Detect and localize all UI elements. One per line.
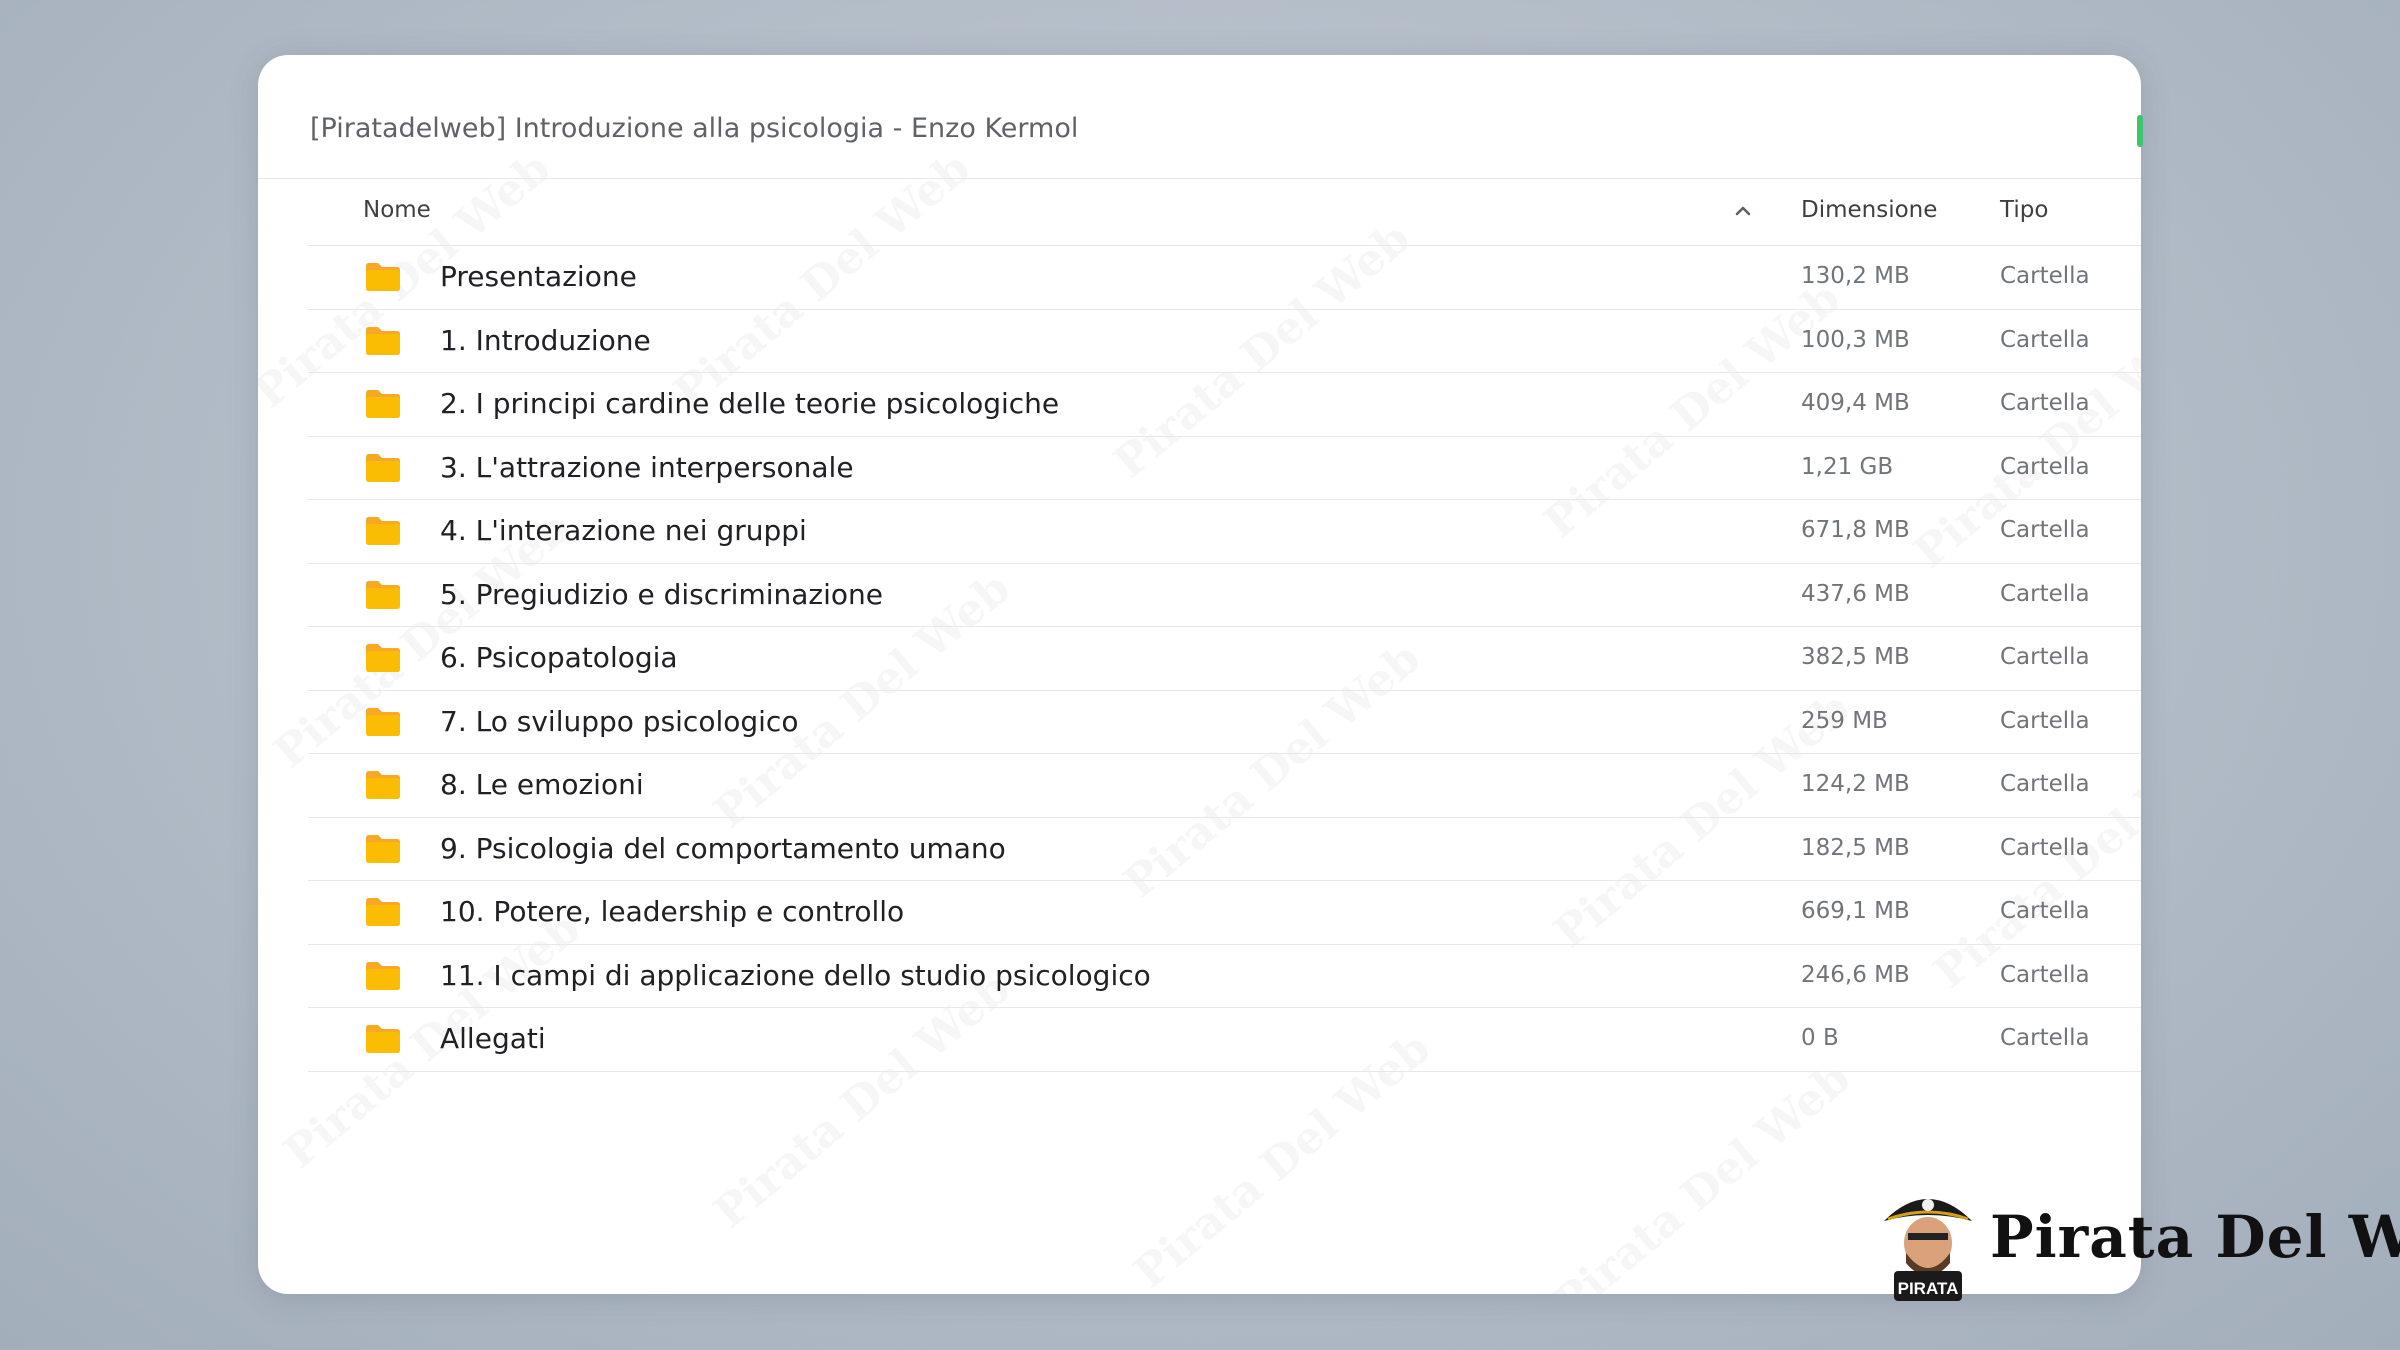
file-size: 437,6 MB	[1801, 580, 1910, 607]
file-type: Cartella	[2000, 517, 2090, 543]
file-type: Cartella	[2000, 834, 2090, 861]
file-size: 182,5 MB	[1801, 834, 1910, 861]
file-size: 246,6 MB	[1801, 961, 1910, 988]
folder-icon	[366, 390, 400, 418]
file-row[interactable]: 4. L'interazione nei gruppi 671,8 MB Carte…	[308, 500, 2141, 564]
file-row[interactable]: 11. I campi di applicazione dello studio…	[308, 945, 2141, 1008]
brand-logo: PIRATA Pirata Del Web	[1878, 1183, 2400, 1303]
watermark-text: Pirata Del Web	[1544, 1052, 1860, 1294]
file-name[interactable]: 8. Le emozioni	[440, 768, 644, 801]
file-row[interactable]: Allegati 0 B Cartella	[308, 1008, 2141, 1072]
pirate-mascot-icon: PIRATA	[1884, 1199, 1972, 1301]
column-header-type[interactable]: Tipo	[2000, 197, 2048, 223]
file-size: 130,2 MB	[1801, 263, 1910, 289]
folder-icon	[366, 961, 400, 990]
file-size: 0 B	[1801, 1025, 1839, 1051]
column-header-name[interactable]: Nome	[363, 197, 431, 223]
folder-icon	[366, 517, 400, 545]
folder-icon	[366, 580, 400, 609]
file-name[interactable]: 3. L'attrazione interpersonale	[440, 451, 854, 484]
window-title: [Piratadelweb] Introduzione alla psicolo…	[310, 113, 1079, 144]
file-size: 100,3 MB	[1801, 326, 1910, 353]
file-name[interactable]: 1. Introduzione	[440, 324, 651, 357]
chevron-up-icon[interactable]	[1731, 199, 1755, 223]
folder-icon	[366, 834, 400, 863]
file-type: Cartella	[2000, 263, 2090, 289]
file-name[interactable]: 5. Pregiudizio e discriminazione	[440, 578, 883, 611]
brand-logo-text: Pirata Del Web	[1990, 1203, 2400, 1271]
file-type: Cartella	[2000, 771, 2090, 797]
file-size: 409,4 MB	[1801, 390, 1910, 416]
file-size: 1,21 GB	[1801, 453, 1894, 480]
file-row[interactable]: 9. Psicologia del comportamento umano 182…	[308, 818, 2141, 881]
file-name[interactable]: 11. I campi di applicazione dello studio…	[440, 959, 1151, 992]
folder-icon	[366, 263, 400, 291]
scroll-indicator	[2137, 115, 2143, 147]
column-header-row: Nome Dimensione Tipo	[258, 179, 2141, 244]
file-name[interactable]: 7. Lo sviluppo psicologico	[440, 705, 798, 738]
file-row[interactable]: 2. I principi cardine delle teorie psico…	[308, 373, 2141, 437]
file-name[interactable]: 10. Potere, leadership e controllo	[440, 895, 904, 928]
file-name[interactable]: 9. Psicologia del comportamento umano	[440, 832, 1006, 865]
file-name[interactable]: Allegati	[440, 1022, 546, 1055]
folder-icon	[366, 326, 400, 355]
file-type: Cartella	[2000, 1025, 2090, 1051]
file-type: Cartella	[2000, 326, 2090, 353]
file-row[interactable]: 10. Potere, leadership e controllo 669,1 …	[308, 881, 2141, 945]
file-row[interactable]: 6. Psicopatologia 382,5 MB Cartella	[308, 627, 2141, 691]
file-row[interactable]: 5. Pregiudizio e discriminazione 437,6 MB…	[308, 564, 2141, 627]
file-type: Cartella	[2000, 390, 2090, 416]
file-row[interactable]: Presentazione 130,2 MB Cartella	[308, 246, 2141, 310]
file-row[interactable]: 8. Le emozioni 124,2 MB Cartella	[308, 754, 2141, 818]
file-size: 671,8 MB	[1801, 517, 1910, 543]
file-row[interactable]: 1. Introduzione 100,3 MB Cartella	[308, 310, 2141, 373]
file-row[interactable]: 3. L'attrazione interpersonale 1,21 GB Car…	[308, 437, 2141, 500]
file-size: 669,1 MB	[1801, 898, 1910, 924]
folder-icon	[366, 771, 400, 799]
file-list: Presentazione 130,2 MB Cartella 1. Introduz…	[308, 246, 2141, 1072]
column-header-size[interactable]: Dimensione	[1801, 197, 1937, 223]
mascot-badge-text: PIRATA	[1898, 1279, 1959, 1298]
folder-icon	[366, 453, 400, 482]
file-type: Cartella	[2000, 453, 2090, 480]
file-name[interactable]: 6. Psicopatologia	[440, 641, 678, 674]
folder-icon	[366, 1025, 400, 1053]
folder-icon	[366, 707, 400, 736]
file-type: Cartella	[2000, 644, 2090, 670]
file-type: Cartella	[2000, 580, 2090, 607]
file-name[interactable]: Presentazione	[440, 260, 637, 293]
file-name[interactable]: 2. I principi cardine delle teorie psico…	[440, 387, 1059, 420]
file-type: Cartella	[2000, 898, 2090, 924]
file-name[interactable]: 4. L'interazione nei gruppi	[440, 514, 807, 547]
file-size: 259 MB	[1801, 707, 1888, 734]
file-row[interactable]: 7. Lo sviluppo psicologico 259 MB Cartella	[308, 691, 2141, 754]
file-list-panel: Pirata Del Web Pirata Del Web Pirata Del…	[258, 55, 2141, 1294]
file-type: Cartella	[2000, 707, 2090, 734]
file-size: 382,5 MB	[1801, 644, 1910, 670]
file-size: 124,2 MB	[1801, 771, 1910, 797]
file-type: Cartella	[2000, 961, 2090, 988]
folder-icon	[366, 644, 400, 672]
folder-icon	[366, 898, 400, 926]
